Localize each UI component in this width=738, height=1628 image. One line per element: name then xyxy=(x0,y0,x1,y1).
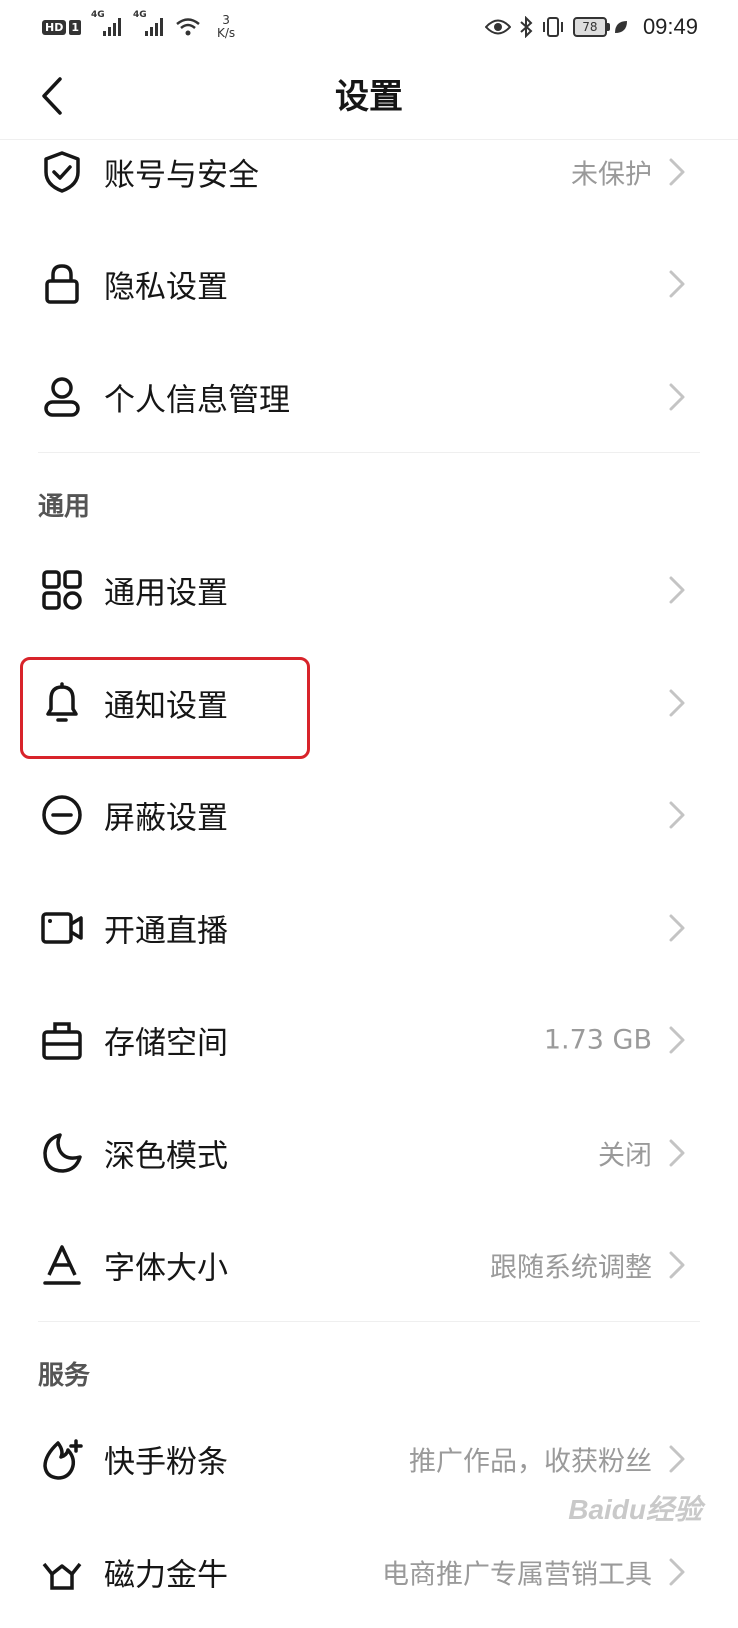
settings-item-value: 推广作品，收获粉丝 xyxy=(409,1446,652,1478)
leaf-icon xyxy=(613,19,629,35)
vibrate-icon xyxy=(541,16,565,38)
video-camera-icon xyxy=(41,912,83,944)
settings-item-label: 屏蔽设置 xyxy=(104,800,228,837)
chevron-right-icon xyxy=(669,270,685,298)
settings-item-label: 通用设置 xyxy=(104,575,228,612)
settings-item-label: 个人信息管理 xyxy=(104,382,290,419)
chevron-right-icon xyxy=(669,801,685,829)
battery-icon: 78 xyxy=(572,17,610,37)
settings-item-dark-mode[interactable]: 深色模式 关闭 xyxy=(0,1097,738,1209)
settings-item-label: 字体大小 xyxy=(104,1250,228,1287)
settings-item-value: 未保护 xyxy=(571,159,652,191)
settings-item-label: 深色模式 xyxy=(104,1138,228,1175)
chevron-right-icon xyxy=(669,689,685,717)
section-header-services: 服务 xyxy=(38,1361,91,1391)
network-type-1: 4G xyxy=(91,10,105,20)
chevron-right-icon xyxy=(669,1139,685,1167)
signal-icon: 4G xyxy=(91,10,123,36)
chevron-right-icon xyxy=(669,1445,685,1473)
settings-item-label: 存储空间 xyxy=(104,1025,228,1062)
status-bar-left: HD 1 4G 4G 3 K/s xyxy=(42,10,235,44)
font-icon xyxy=(43,1245,81,1285)
settings-item-font-size[interactable]: 字体大小 跟随系统调整 xyxy=(0,1209,738,1321)
status-time: 09:49 xyxy=(642,14,698,39)
settings-item-storage[interactable]: 存储空间 1.73 GB xyxy=(0,984,738,1096)
settings-item-general[interactable]: 通用设置 xyxy=(0,534,738,646)
chevron-right-icon xyxy=(669,383,685,411)
network-speed: 3 K/s xyxy=(217,14,235,40)
status-bar-right: 78 09:49 xyxy=(484,10,698,44)
network-speed-unit: K/s xyxy=(217,26,236,40)
baidu-watermark: Baidu经验 xyxy=(568,1494,702,1525)
settings-item-personal-info[interactable]: 个人信息管理 xyxy=(0,341,738,453)
settings-item-value: 关闭 xyxy=(598,1140,652,1172)
settings-item-privacy[interactable]: 隐私设置 xyxy=(0,228,738,340)
flame-plus-icon xyxy=(43,1439,83,1480)
settings-item-magnet-bull[interactable]: 磁力金牛 电商推广专属营销工具 xyxy=(0,1516,738,1628)
settings-item-label: 开通直播 xyxy=(104,913,228,950)
wifi-icon xyxy=(175,17,201,37)
settings-item-label: 隐私设置 xyxy=(104,269,228,306)
page-title: 设置 xyxy=(335,77,403,117)
settings-item-block[interactable]: 屏蔽设置 xyxy=(0,759,738,871)
settings-item-value: 跟随系统调整 xyxy=(490,1252,652,1284)
chevron-right-icon xyxy=(669,1558,685,1586)
settings-item-label: 账号与安全 xyxy=(104,157,259,194)
chevron-right-icon xyxy=(669,1251,685,1279)
settings-item-live[interactable]: 开通直播 xyxy=(0,872,738,984)
chevron-right-icon xyxy=(669,914,685,942)
chevron-right-icon xyxy=(669,158,685,186)
hd-badge: HD xyxy=(42,19,67,35)
lock-icon xyxy=(45,264,79,304)
section-header-general: 通用 xyxy=(38,492,91,522)
bluetooth-icon xyxy=(519,16,533,38)
signal-icon-2: 4G xyxy=(133,10,165,36)
shield-check-icon xyxy=(44,151,80,193)
annotation-highlight-box xyxy=(20,657,310,759)
bull-icon xyxy=(42,1562,82,1590)
eye-icon xyxy=(484,18,511,36)
section-divider xyxy=(38,452,700,453)
grid-icon xyxy=(42,570,82,610)
network-type-2: 4G xyxy=(133,10,147,20)
chevron-right-icon xyxy=(669,576,685,604)
sim-badge: 1 xyxy=(69,19,81,35)
chevron-right-icon xyxy=(669,1026,685,1054)
status-bar: HD 1 4G 4G 3 K/s 78 09:49 xyxy=(0,0,738,52)
settings-item-label: 快手粉条 xyxy=(104,1444,228,1481)
settings-item-account-security[interactable]: 账号与安全 未保护 xyxy=(0,116,738,228)
settings-item-label: 磁力金牛 xyxy=(104,1557,228,1594)
moon-icon xyxy=(43,1133,82,1173)
person-icon xyxy=(44,377,80,417)
section-divider xyxy=(38,1321,700,1322)
storage-icon xyxy=(42,1022,82,1060)
block-icon xyxy=(42,795,82,835)
settings-item-value: 电商推广专属营销工具 xyxy=(382,1559,652,1591)
settings-item-value: 1.73 GB xyxy=(543,1024,652,1056)
